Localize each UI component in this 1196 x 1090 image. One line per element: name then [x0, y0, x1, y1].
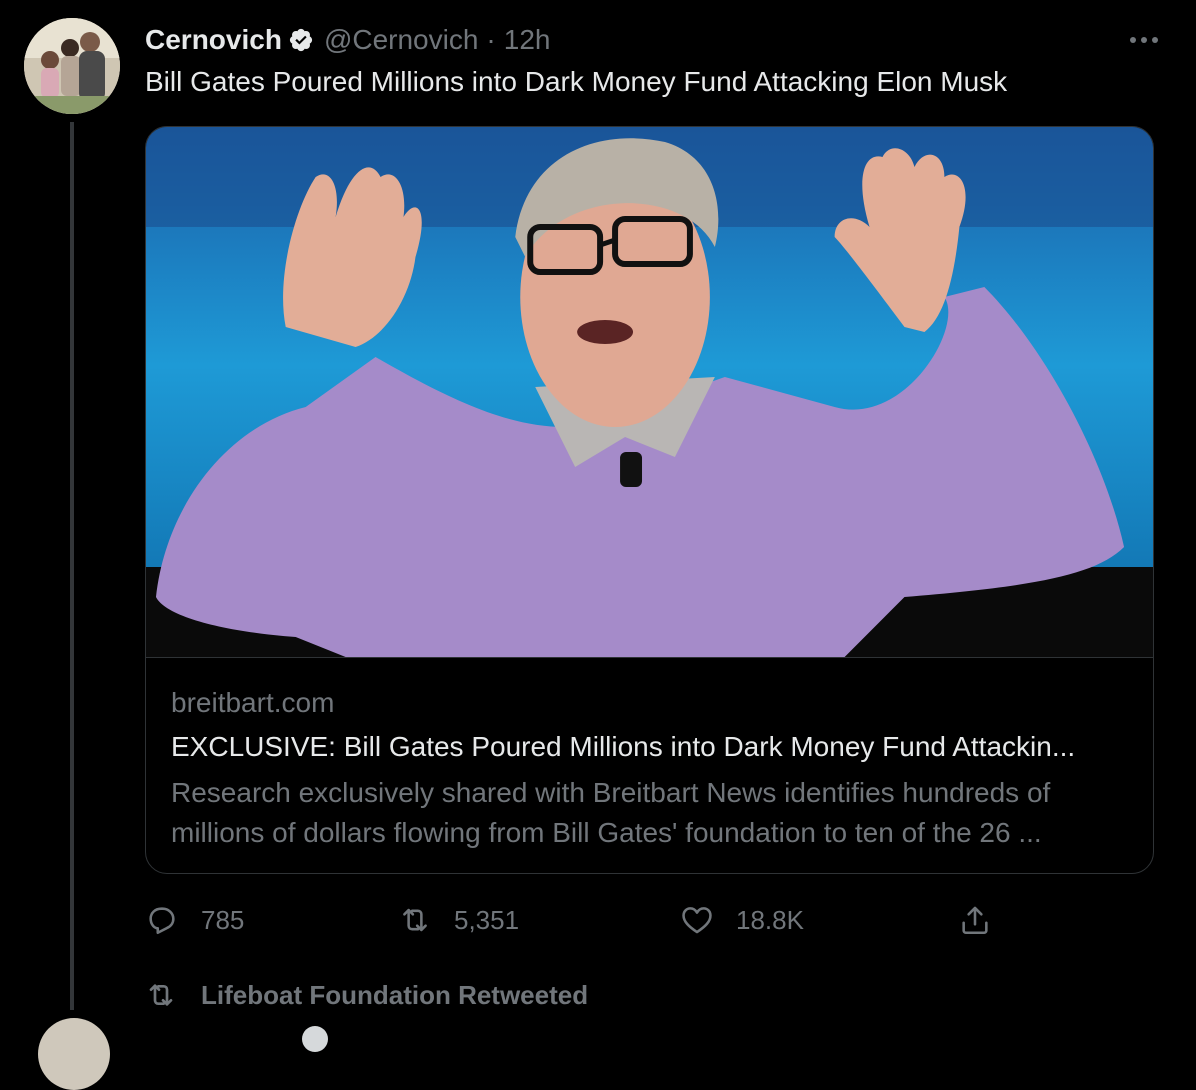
author-avatar[interactable] — [24, 18, 120, 114]
card-description: Research exclusively shared with Breitba… — [171, 777, 1051, 848]
verified-badge-icon — [289, 28, 313, 52]
share-button[interactable] — [958, 900, 1014, 940]
avatar-photo — [24, 18, 120, 114]
card-title: EXCLUSIVE: Bill Gates Poured Millions in… — [171, 731, 1076, 762]
reply-button[interactable]: 785 — [145, 900, 244, 940]
reply-count: 785 — [201, 904, 245, 935]
card-image — [146, 127, 1153, 658]
retweet-icon — [149, 984, 173, 1006]
card-domain: breitbart.com — [171, 687, 335, 718]
reply-icon — [149, 907, 175, 935]
thread-line — [70, 122, 74, 1010]
retweeted-context: Lifeboat Foundation Retweeted — [145, 976, 588, 1014]
retweet-button[interactable]: 5,351 — [398, 900, 519, 940]
retweet-count: 5,351 — [454, 904, 520, 935]
more-horizontal-icon — [1130, 37, 1158, 43]
heart-icon — [682, 907, 712, 934]
like-button[interactable]: 18.8K — [680, 900, 804, 940]
next-author-avatar[interactable] — [38, 1018, 110, 1090]
retweet-icon — [403, 908, 427, 932]
tweet-timestamp[interactable]: 12h — [504, 24, 551, 56]
link-card[interactable]: breitbart.com EXCLUSIVE: Bill Gates Pour… — [145, 126, 1154, 874]
like-count: 18.8K — [736, 904, 804, 935]
share-icon — [962, 906, 988, 935]
verified-badge-icon — [302, 1026, 328, 1052]
author-name[interactable]: Cernovich — [145, 24, 282, 56]
retweeted-by-label[interactable]: Lifeboat Foundation Retweeted — [201, 980, 588, 1011]
more-button[interactable] — [1126, 22, 1162, 58]
tweet-text: Bill Gates Poured Millions into Dark Mon… — [145, 66, 1008, 97]
separator: · — [486, 24, 496, 55]
tweet-header: Cernovich @Cernovich · 12h — [145, 22, 550, 58]
author-handle[interactable]: @Cernovich — [324, 24, 478, 56]
